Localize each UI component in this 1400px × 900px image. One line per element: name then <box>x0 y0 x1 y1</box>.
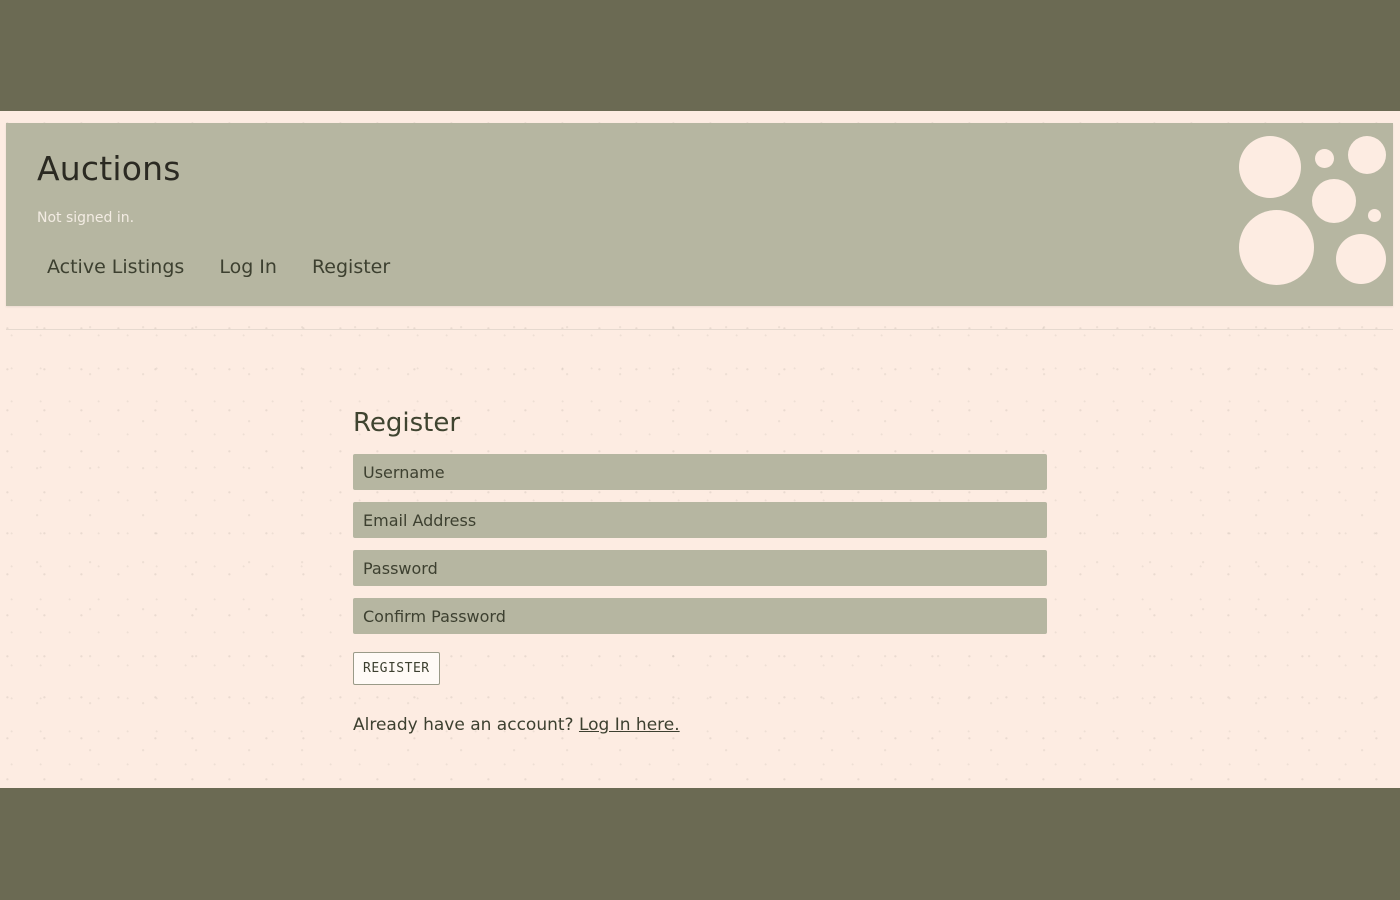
main-nav: Active Listings Log In Register <box>47 256 425 278</box>
bottom-frame-bar <box>0 788 1400 900</box>
password-field[interactable] <box>353 550 1047 586</box>
register-section: Register REGISTER Already have an accoun… <box>353 403 1047 735</box>
login-prompt: Already have an account? Log In here. <box>353 715 1047 735</box>
bubble-decoration <box>1239 210 1314 285</box>
bubble-decoration <box>1336 234 1386 284</box>
site-title: Auctions <box>37 149 181 188</box>
register-form: REGISTER <box>353 454 1047 685</box>
login-prompt-text: Already have an account? <box>353 715 574 735</box>
signin-status: Not signed in. <box>37 210 135 226</box>
page: Auctions Not signed in. Active Listings … <box>0 111 1400 788</box>
bubble-decoration <box>1239 136 1301 198</box>
register-heading: Register <box>353 408 461 438</box>
top-frame-bar <box>0 0 1400 111</box>
bubble-decoration <box>1312 179 1356 223</box>
register-submit-button[interactable]: REGISTER <box>353 652 440 685</box>
email-field[interactable] <box>353 502 1047 538</box>
bubble-decoration <box>1315 149 1334 168</box>
login-link[interactable]: Log In here. <box>579 715 680 735</box>
confirm-password-field[interactable] <box>353 598 1047 634</box>
bubbles-decoration <box>6 123 1393 306</box>
site-header: Auctions Not signed in. Active Listings … <box>6 123 1393 306</box>
nav-link-log-in[interactable]: Log In <box>219 256 277 278</box>
header-divider <box>6 329 1393 330</box>
username-field[interactable] <box>353 454 1047 490</box>
bubble-decoration <box>1368 209 1381 222</box>
bubble-decoration <box>1348 136 1386 174</box>
nav-link-active-listings[interactable]: Active Listings <box>47 256 184 278</box>
nav-link-register[interactable]: Register <box>312 256 390 278</box>
